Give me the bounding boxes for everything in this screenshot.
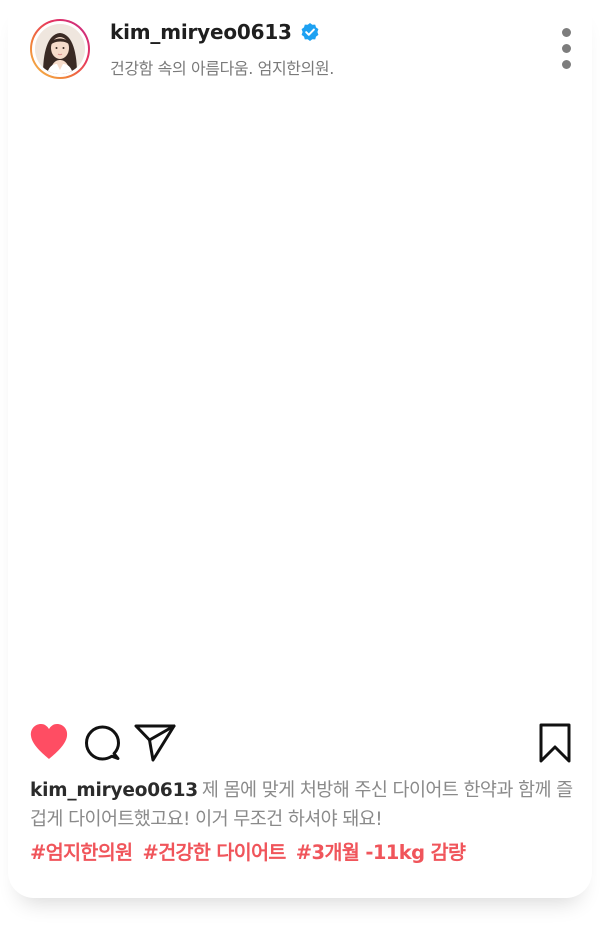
avatar[interactable]: [30, 19, 90, 79]
bookmark-icon[interactable]: [539, 723, 571, 763]
username-row: kim_miryeo0613: [110, 20, 320, 44]
post-caption: kim_miryeo0613 제 몸에 맞게 처방해 주신 다이어트 한약과 함께…: [30, 776, 578, 834]
hashtag[interactable]: #건강한 다이어트: [142, 841, 286, 864]
avatar-photo: [35, 24, 85, 74]
hashtag-list: #엄지한의원 #건강한 다이어트 #3개월 -11kg 감량: [30, 836, 475, 865]
verified-badge-icon: [300, 22, 320, 42]
post-card: kim_miryeo0613 건강함 속의 아름다움. 엄지한의원. kim_m…: [8, 0, 592, 898]
hashtag[interactable]: #엄지한의원: [30, 841, 133, 864]
heart-icon[interactable]: [29, 723, 69, 761]
post-media[interactable]: [8, 100, 592, 712]
username[interactable]: kim_miryeo0613: [110, 20, 292, 44]
more-options-icon[interactable]: [558, 28, 574, 72]
post-header: kim_miryeo0613 건강함 속의 아름다움. 엄지한의원.: [8, 0, 592, 100]
comment-icon[interactable]: [83, 724, 121, 762]
profile-bio: 건강함 속의 아름다움. 엄지한의원.: [110, 59, 334, 78]
hashtag[interactable]: #3개월 -11kg 감량: [296, 841, 466, 864]
caption-username[interactable]: kim_miryeo0613: [30, 780, 198, 801]
action-bar: [8, 720, 592, 764]
send-icon[interactable]: [134, 723, 176, 763]
